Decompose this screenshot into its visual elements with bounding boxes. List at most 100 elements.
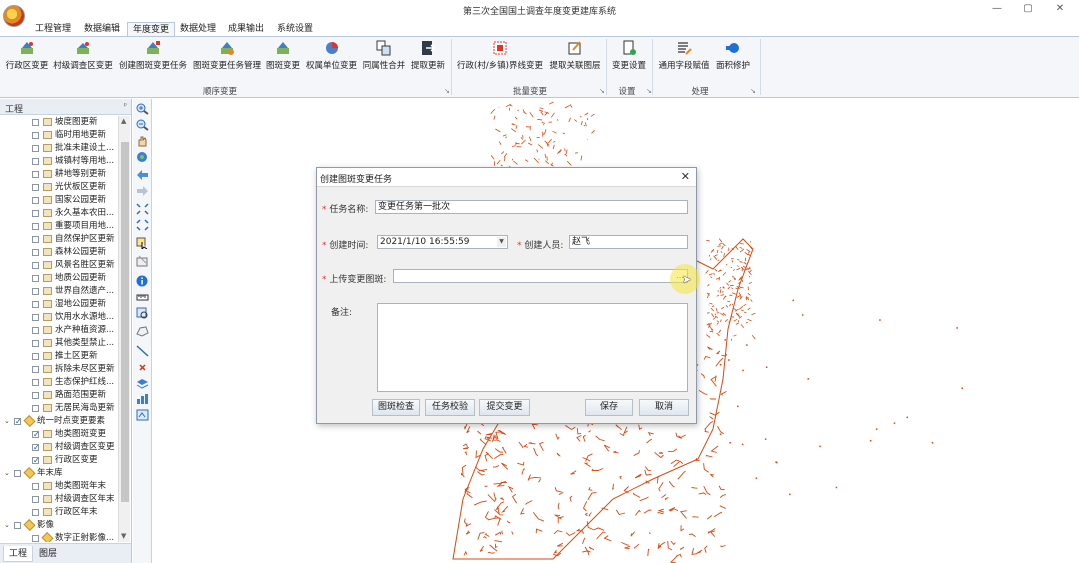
merge-button[interactable]: 同属性合并 — [361, 40, 407, 76]
field-assign-button[interactable]: 通用字段赋值 — [656, 40, 712, 76]
tree-item[interactable]: 自然保护区更新 — [0, 233, 118, 246]
task-verify-button[interactable]: 任务校验 — [425, 399, 475, 416]
select-feature-icon[interactable] — [136, 237, 149, 249]
tree-item[interactable]: 无居民海岛更新 — [0, 402, 118, 415]
layers-icon[interactable] — [136, 377, 149, 389]
layer-checkbox[interactable] — [32, 509, 39, 516]
tree-group[interactable]: ⌄ 年末库 — [0, 466, 118, 480]
tree-item[interactable]: 地类图斑变更 — [0, 428, 118, 441]
app-logo-icon[interactable] — [3, 5, 25, 27]
layer-checkbox[interactable] — [32, 483, 39, 490]
tree-item[interactable]: 地质公园更新 — [0, 272, 118, 285]
layer-checkbox[interactable] — [14, 522, 21, 529]
layer-checkbox[interactable] — [32, 171, 39, 178]
back-icon[interactable] — [136, 169, 149, 181]
fixed-zoom-in-icon[interactable] — [136, 203, 149, 215]
task-manage-button[interactable]: 图斑变更任务管理 — [191, 40, 263, 76]
tree-scrollbar[interactable]: ▲ ▼ — [118, 116, 130, 542]
dialog-close-icon[interactable]: ✕ — [681, 170, 690, 183]
layer-checkbox[interactable] — [32, 145, 39, 152]
tab-data-editing[interactable]: 数据编辑 — [79, 22, 125, 37]
layer-checkbox[interactable] — [32, 405, 39, 412]
layer-checkbox[interactable] — [32, 262, 39, 269]
tree-item[interactable]: 坡度图更新 — [0, 116, 118, 129]
tree-item[interactable]: 村级调查区年末 — [0, 493, 118, 506]
layer-checkbox[interactable] — [32, 223, 39, 230]
admin-region-change-button[interactable]: 行政区变更 — [4, 40, 50, 76]
layer-checkbox[interactable] — [32, 236, 39, 243]
layer-checkbox[interactable] — [32, 340, 39, 347]
tree-item[interactable]: 光伏板区更新 — [0, 181, 118, 194]
create-task-button[interactable]: 创建图斑变更任务 — [118, 40, 188, 76]
scroll-down-icon[interactable]: ▼ — [121, 532, 126, 540]
tree-item[interactable]: 水产种植资源... — [0, 324, 118, 337]
close-button[interactable]: ✕ — [1053, 3, 1067, 15]
layer-checkbox[interactable] — [32, 366, 39, 373]
remark-textarea[interactable] — [377, 303, 688, 392]
tree-item[interactable]: 生态保护红线... — [0, 376, 118, 389]
clear-selection-icon[interactable] — [136, 255, 149, 267]
layer-checkbox[interactable] — [32, 158, 39, 165]
tree-item[interactable]: 村级调查区变更 — [0, 441, 118, 454]
village-survey-change-button[interactable]: 村级调查区变更 — [52, 40, 114, 76]
boundary-change-button[interactable]: 行政(村/乡镇)界线变更 — [455, 40, 545, 76]
layer-checkbox[interactable] — [32, 428, 40, 441]
group-launcher-icon[interactable]: ↘ — [646, 87, 652, 95]
tree-item[interactable]: 路面范围更新 — [0, 389, 118, 402]
tab-system-settings[interactable]: 系统设置 — [272, 22, 318, 37]
tree-item[interactable]: 数字正射影像... — [0, 531, 118, 542]
group-launcher-icon[interactable]: ↘ — [444, 87, 450, 95]
extract-update-button[interactable]: 提取更新 — [409, 40, 447, 76]
tree-item[interactable]: 永久基本农田... — [0, 207, 118, 220]
tree-item[interactable]: 推土区更新 — [0, 350, 118, 363]
export-map-icon[interactable] — [136, 409, 149, 421]
layer-checkbox[interactable] — [32, 441, 40, 454]
tree-item[interactable]: 耕地等别更新 — [0, 168, 118, 181]
created-time-picker[interactable]: 2021/1/10 16:55:59 ▼ — [377, 235, 508, 249]
extract-layer-button[interactable]: 提取关联图层 — [547, 40, 603, 76]
layer-checkbox[interactable] — [14, 470, 21, 477]
measure-icon[interactable] — [136, 291, 149, 303]
layer-checkbox[interactable] — [32, 249, 39, 256]
cancel-button[interactable]: 取消 — [639, 399, 689, 416]
find-icon[interactable] — [136, 307, 149, 319]
tree-item[interactable]: 行政区变更 — [0, 454, 118, 467]
minimize-button[interactable]: — — [990, 3, 1004, 15]
tree-group[interactable]: ⌄ 影像 — [0, 518, 118, 532]
layer-checkbox[interactable] — [32, 379, 39, 386]
tree-item[interactable]: 森林公园更新 — [0, 246, 118, 259]
group-launcher-icon[interactable]: ↘ — [599, 87, 605, 95]
tab-output[interactable]: 成果输出 — [223, 22, 269, 37]
expand-chevron-icon[interactable]: ⌄ — [4, 467, 10, 480]
layer-checkbox[interactable] — [32, 132, 39, 139]
tree-group[interactable]: ⌄ 统一时点变更要素 — [0, 414, 118, 428]
fixed-zoom-out-icon[interactable] — [136, 219, 149, 231]
identify-icon[interactable] — [136, 275, 149, 287]
tree-item[interactable]: 湿地公园更新 — [0, 298, 118, 311]
tree-item[interactable]: 国家公园更新 — [0, 194, 118, 207]
pin-icon[interactable]: ᵖ — [124, 101, 127, 110]
tree-item[interactable]: 饮用水水源地... — [0, 311, 118, 324]
upload-path-input[interactable]: … — [393, 269, 688, 283]
layer-checkbox[interactable] — [32, 275, 39, 282]
maximize-button[interactable]: ▢ — [1021, 3, 1035, 15]
full-extent-icon[interactable] — [136, 151, 149, 163]
tab-data-processing[interactable]: 数据处理 — [175, 22, 221, 37]
ownership-change-button[interactable]: 权属单位变更 — [303, 40, 360, 76]
tree-item[interactable]: 批准未建设土... — [0, 142, 118, 155]
tree-item[interactable]: 重要项目用地... — [0, 220, 118, 233]
tree-item[interactable]: 其他类型禁止... — [0, 337, 118, 350]
layer-checkbox[interactable] — [32, 301, 39, 308]
chevron-down-icon[interactable]: ▼ — [497, 237, 506, 247]
layer-checkbox[interactable] — [32, 119, 39, 126]
statistics-icon[interactable] — [136, 393, 149, 405]
task-name-input[interactable]: 变更任务第一批次 — [375, 200, 688, 214]
layer-checkbox[interactable] — [32, 496, 39, 503]
tab-annual-change[interactable]: 年度变更 — [127, 22, 176, 37]
area-repair-button[interactable]: 面积修护 — [714, 40, 752, 76]
delete-icon[interactable] — [136, 361, 149, 373]
scroll-up-icon[interactable]: ▲ — [121, 117, 126, 125]
layer-checkbox[interactable] — [32, 454, 40, 467]
save-button[interactable]: 保存 — [585, 399, 633, 416]
layer-checkbox[interactable] — [32, 184, 39, 191]
